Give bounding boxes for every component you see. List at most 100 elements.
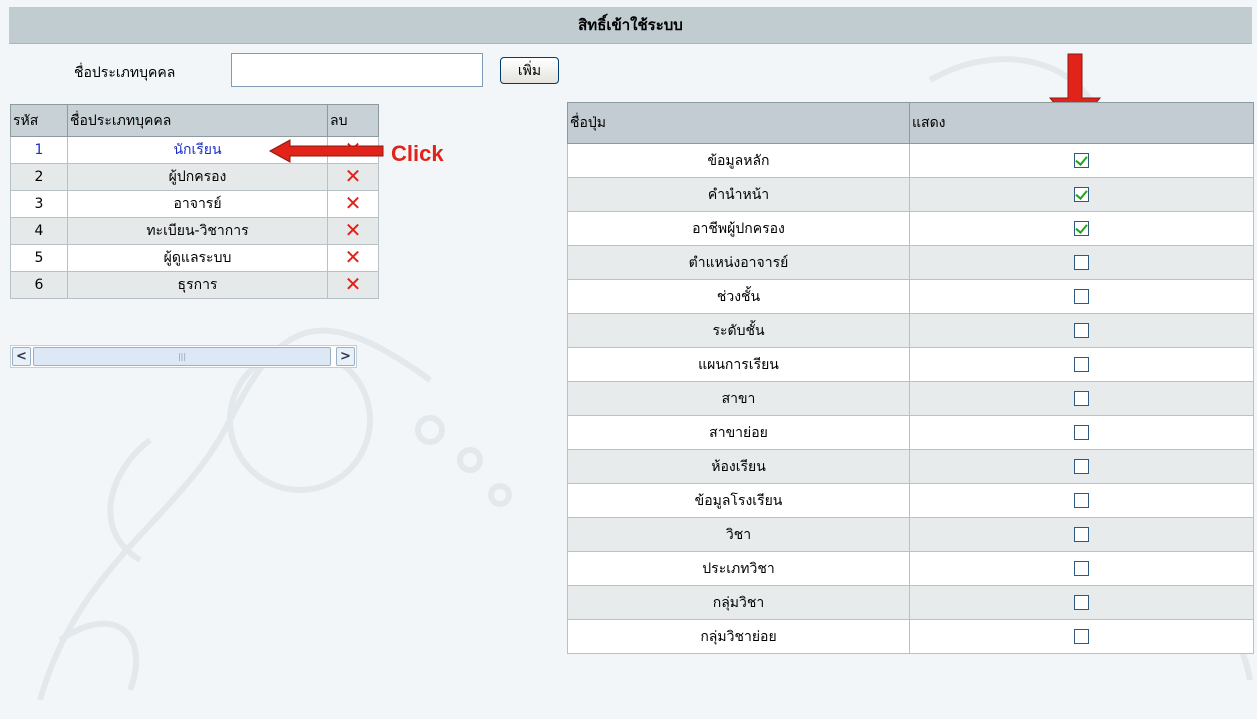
permission-row: ช่วงชั้น: [567, 279, 1254, 314]
permission-show-cell: [909, 143, 1254, 178]
permission-name: ตำแหน่งอาจารย์: [567, 245, 910, 280]
permission-show-cell: [909, 313, 1254, 348]
show-checkbox[interactable]: [1074, 425, 1089, 440]
permission-show-cell: [909, 245, 1254, 280]
x-icon[interactable]: ✕: [345, 245, 362, 269]
row-name-link[interactable]: ธุรการ: [67, 271, 328, 299]
permission-show-cell: [909, 619, 1254, 654]
person-type-name-input[interactable]: [231, 53, 483, 87]
scroll-thumb[interactable]: |||: [33, 347, 331, 366]
show-checkbox[interactable]: [1074, 323, 1089, 338]
column-header-delete[interactable]: ลบ: [327, 104, 379, 137]
x-icon[interactable]: ✕: [345, 191, 362, 215]
show-checkbox[interactable]: [1074, 391, 1089, 406]
scroll-right-icon[interactable]: >: [336, 347, 355, 366]
row-name-link[interactable]: นักเรียน: [67, 136, 328, 164]
row-id: 3: [10, 190, 68, 218]
permission-show-cell: [909, 415, 1254, 450]
permission-row: ข้อมูลโรงเรียน: [567, 483, 1254, 518]
show-checkbox[interactable]: [1074, 255, 1089, 270]
table-row[interactable]: 5 ผู้ดูแลระบบ ✕: [10, 244, 379, 272]
permission-name: ช่วงชั้น: [567, 279, 910, 314]
permission-name: ประเภทวิชา: [567, 551, 910, 586]
permission-row: ห้องเรียน: [567, 449, 1254, 484]
delete-button[interactable]: ✕: [327, 271, 379, 299]
permission-row: ระดับชั้น: [567, 313, 1254, 348]
page-header: สิทธิ์เข้าใช้ระบบ: [9, 7, 1252, 44]
row-id: 4: [10, 217, 68, 245]
show-checkbox[interactable]: [1074, 221, 1089, 236]
permission-name: สาขาย่อย: [567, 415, 910, 450]
show-checkbox[interactable]: [1074, 527, 1089, 542]
permission-name: ห้องเรียน: [567, 449, 910, 484]
delete-button[interactable]: ✕: [327, 136, 379, 164]
click-annotation-label: Click: [391, 141, 444, 166]
show-checkbox[interactable]: [1074, 459, 1089, 474]
column-header-button-name[interactable]: ชื่อปุ่ม: [567, 102, 910, 144]
permission-show-cell: [909, 347, 1254, 382]
show-checkbox[interactable]: [1074, 289, 1089, 304]
delete-button[interactable]: ✕: [327, 217, 379, 245]
row-name-link[interactable]: ผู้ดูแลระบบ: [67, 244, 328, 272]
x-icon[interactable]: ✕: [345, 218, 362, 242]
show-checkbox[interactable]: [1074, 187, 1089, 202]
table-row[interactable]: 6 ธุรการ ✕: [10, 271, 379, 299]
permission-show-cell: [909, 449, 1254, 484]
permission-show-cell: [909, 517, 1254, 552]
horizontal-scrollbar[interactable]: < ||| >: [10, 345, 357, 368]
show-checkbox[interactable]: [1074, 153, 1089, 168]
permission-row: ประเภทวิชา: [567, 551, 1254, 586]
x-icon[interactable]: ✕: [345, 164, 362, 188]
row-name-link[interactable]: ทะเบียน-วิชาการ: [67, 217, 328, 245]
x-icon[interactable]: ✕: [345, 272, 362, 296]
show-checkbox[interactable]: [1074, 629, 1089, 644]
permission-row: ตำแหน่งอาจารย์: [567, 245, 1254, 280]
add-button[interactable]: เพิ่ม: [500, 57, 559, 84]
show-checkbox[interactable]: [1074, 561, 1089, 576]
permission-row: ข้อมูลหลัก: [567, 143, 1254, 178]
permission-show-cell: [909, 585, 1254, 620]
permission-name: กลุ่มวิชาย่อย: [567, 619, 910, 654]
column-header-show[interactable]: แสดง: [909, 102, 1254, 144]
permission-table: ชื่อปุ่ม แสดง ข้อมูลหลัก คำนำหน้า อาชีพผู้…: [567, 102, 1254, 654]
permission-name: ระดับชั้น: [567, 313, 910, 348]
column-header-id[interactable]: รหัส: [10, 104, 68, 137]
table-row[interactable]: 4 ทะเบียน-วิชาการ ✕: [10, 217, 379, 245]
permission-row: วิชา: [567, 517, 1254, 552]
page-title: สิทธิ์เข้าใช้ระบบ: [578, 16, 683, 34]
permission-name: กลุ่มวิชา: [567, 585, 910, 620]
row-id: 5: [10, 244, 68, 272]
delete-button[interactable]: ✕: [327, 244, 379, 272]
table-row[interactable]: 3 อาจารย์ ✕: [10, 190, 379, 218]
permission-name: ข้อมูลโรงเรียน: [567, 483, 910, 518]
permission-row: กลุ่มวิชา: [567, 585, 1254, 620]
delete-button[interactable]: ✕: [327, 190, 379, 218]
table-row[interactable]: 1 นักเรียน ✕: [10, 136, 379, 164]
permission-name: วิชา: [567, 517, 910, 552]
table-row[interactable]: 2 ผู้ปกครอง ✕: [10, 163, 379, 191]
delete-button[interactable]: ✕: [327, 163, 379, 191]
row-name-link[interactable]: อาจารย์: [67, 190, 328, 218]
permission-name: อาชีพผู้ปกครอง: [567, 211, 910, 246]
row-name-link[interactable]: ผู้ปกครอง: [67, 163, 328, 191]
person-type-table: รหัส ชื่อประเภทบุคคล ลบ 1 นักเรียน ✕ 2 ผ…: [10, 104, 379, 299]
show-checkbox[interactable]: [1074, 595, 1089, 610]
permission-show-cell: [909, 279, 1254, 314]
x-icon[interactable]: ✕: [345, 137, 362, 161]
permission-show-cell: [909, 381, 1254, 416]
permission-row: อาชีพผู้ปกครอง: [567, 211, 1254, 246]
column-header-name[interactable]: ชื่อประเภทบุคคล: [67, 104, 328, 137]
permission-name: คำนำหน้า: [567, 177, 910, 212]
permission-row: สาขาย่อย: [567, 415, 1254, 450]
permission-show-cell: [909, 211, 1254, 246]
show-checkbox[interactable]: [1074, 357, 1089, 372]
permission-name: แผนการเรียน: [567, 347, 910, 382]
permission-row: แผนการเรียน: [567, 347, 1254, 382]
permission-row: คำนำหน้า: [567, 177, 1254, 212]
scroll-left-icon[interactable]: <: [12, 347, 31, 366]
permission-name: สาขา: [567, 381, 910, 416]
permission-show-cell: [909, 483, 1254, 518]
row-id: 1: [10, 136, 68, 164]
name-label: ชื่อประเภทบุคคล: [74, 65, 176, 81]
show-checkbox[interactable]: [1074, 493, 1089, 508]
